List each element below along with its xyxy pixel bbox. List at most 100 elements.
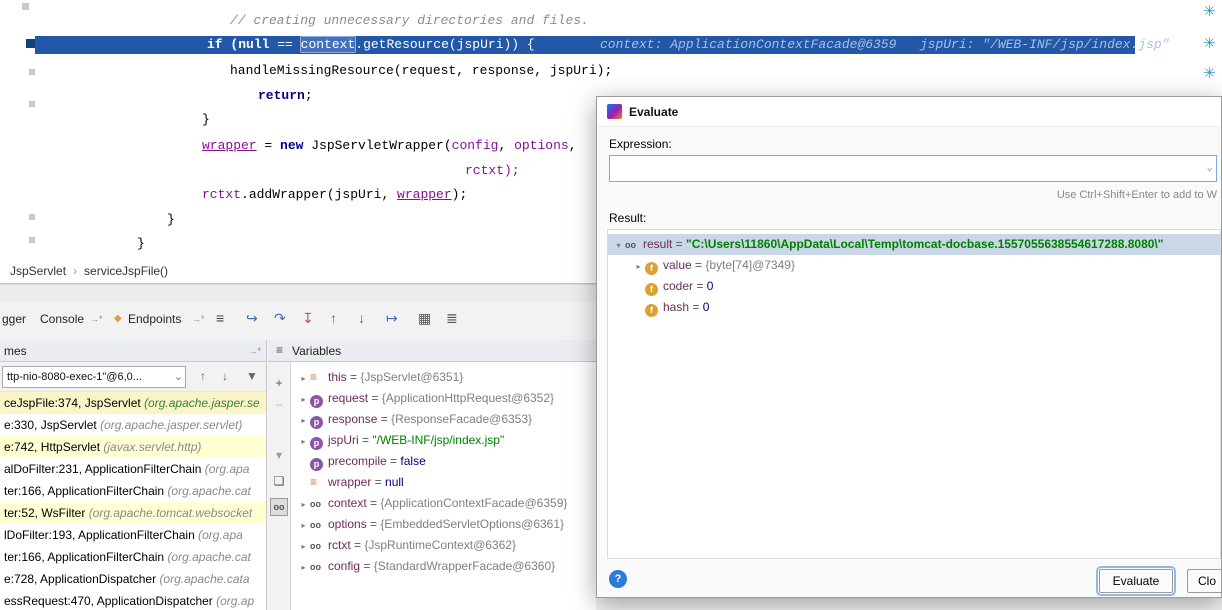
result-child-row[interactable]: fhash = 0 <box>608 297 1220 318</box>
variable-row[interactable]: ▸pjspUri = "/WEB-INF/jsp/index.jsp" <box>291 430 596 451</box>
layout-grid-icon[interactable]: ▦ <box>418 310 431 327</box>
gear-icon[interactable]: ✳ <box>1203 64 1216 82</box>
thread-selector-dropdown[interactable]: ttp-nio-8080-exec-1"@6,0... ⌄ <box>2 366 186 388</box>
breadcrumb-method[interactable]: serviceJspFile() <box>84 264 168 278</box>
result-child-row[interactable]: fcoder = 0 <box>608 276 1220 297</box>
variable-row[interactable]: ▸prequest = {ApplicationHttpRequest@6352… <box>291 388 596 409</box>
evaluate-button[interactable]: Evaluate <box>1099 569 1173 593</box>
tab-debugger[interactable]: gger <box>2 312 26 326</box>
frame-location: ter:52, WsFilter <box>4 506 89 520</box>
expand-arrow-icon[interactable]: ▸ <box>632 256 645 276</box>
frame-location: e:742, HttpServlet <box>4 440 103 454</box>
expand-arrow-icon[interactable]: ▸ <box>297 431 310 451</box>
watch-row[interactable]: ▸oorctxt = {JspRuntimeContext@6362} <box>291 535 596 556</box>
close-button[interactable]: Clo <box>1187 569 1222 593</box>
gear-icon[interactable]: ✳ <box>1203 34 1216 52</box>
pin-icon[interactable]: →* <box>192 314 205 324</box>
code-line-comment: // creating unnecessary directories and … <box>230 12 589 29</box>
chevron-down-icon[interactable]: ⌄ <box>1206 156 1213 181</box>
frame-row[interactable]: ter:166, ApplicationFilterChain (org.apa… <box>0 480 266 502</box>
expand-arrow-icon[interactable]: ▸ <box>297 515 310 535</box>
operator: == <box>269 37 300 52</box>
expand-arrow-icon[interactable]: ▸ <box>297 389 310 409</box>
variable-name: context <box>328 496 367 510</box>
result-value: "C:\Users\11860\AppData\Local\Temp\tomca… <box>686 237 1163 251</box>
variables-header-label: Variables <box>292 344 341 358</box>
show-watches-toggle-icon[interactable]: oo <box>270 498 288 516</box>
result-row[interactable]: ▾ooresult = "C:\Users\11860\AppData\Loca… <box>608 234 1220 255</box>
frame-row[interactable]: ter:166, ApplicationFilterChain (org.apa… <box>0 546 266 568</box>
tab-console[interactable]: Console <box>40 312 84 326</box>
frame-row[interactable]: e:742, HttpServlet (javax.servlet.http) <box>0 436 266 458</box>
code-line-if: if (null == context.getResource(jspUri))… <box>207 36 535 54</box>
frame-row[interactable]: alDoFilter:231, ApplicationFilterChain (… <box>0 458 266 480</box>
help-icon[interactable]: ? <box>609 570 627 588</box>
inline-debugger-hint: context: ApplicationContextFacade@6359 j… <box>600 36 1170 54</box>
collapse-arrow-icon[interactable]: ▾ <box>612 235 625 255</box>
copy-icon[interactable]: ❏ <box>270 472 288 490</box>
menu-icon[interactable]: ≡ <box>216 310 224 326</box>
frame-package: (org.apache.cat <box>167 550 250 564</box>
execution-point-gutter-mark[interactable] <box>26 39 35 48</box>
watch-row[interactable]: ▸oooptions = {EmbeddedServletOptions@636… <box>291 514 596 535</box>
frame-row[interactable]: ceJspFile:374, JspServlet (org.apache.ja… <box>0 392 266 414</box>
menu-icon[interactable]: ≡ <box>276 343 283 357</box>
tab-endpoints[interactable]: Endpoints <box>128 312 181 326</box>
evaluated-context-token[interactable]: context <box>301 37 356 52</box>
expand-arrow-icon[interactable]: ▸ <box>297 410 310 430</box>
constructor-call: JspServletWrapper( <box>303 138 451 153</box>
frame-row[interactable]: e:728, ApplicationDispatcher (org.apache… <box>0 568 266 590</box>
equals: = <box>693 279 707 293</box>
field-name: value <box>663 258 692 272</box>
watch-glasses-icon: oo <box>625 235 641 255</box>
frame-row[interactable]: e:330, JspServlet (org.apache.jasper.ser… <box>0 414 266 436</box>
variable-row[interactable]: pprecompile = false <box>291 451 596 472</box>
watch-glasses-icon: oo <box>310 494 326 514</box>
step-out-icon[interactable]: ↑ <box>330 310 337 326</box>
expand-arrow-icon[interactable]: ▸ <box>297 536 310 556</box>
filter-funnel-icon[interactable]: ▼ <box>246 369 258 383</box>
more-options-icon[interactable]: ≣ <box>446 310 458 327</box>
evaluate-dialog-titlebar[interactable]: Evaluate <box>597 97 1221 127</box>
variable-row[interactable]: ≡wrapper = null <box>291 472 596 493</box>
watch-row[interactable]: ▸oocontext = {ApplicationContextFacade@6… <box>291 493 596 514</box>
step-over-icon[interactable]: ↷ <box>274 310 286 327</box>
pin-icon[interactable]: →* <box>248 346 261 356</box>
frame-down-icon[interactable]: ↓ <box>222 369 228 383</box>
frame-row[interactable]: essRequest:470, ApplicationDispatcher (o… <box>0 590 266 610</box>
variable-row[interactable]: ▸presponse = {ResponseFacade@6353} <box>291 409 596 430</box>
equals: = <box>360 559 374 573</box>
current-execution-line: if (null == context.getResource(jspUri))… <box>35 36 1135 54</box>
show-execution-point-icon[interactable]: ↪ <box>246 310 258 327</box>
expand-arrow-icon[interactable]: ▸ <box>297 557 310 577</box>
gear-icon[interactable]: ✳ <box>1203 2 1216 20</box>
result-child-row[interactable]: ▸fvalue = {byte[74]@7349} <box>608 255 1220 276</box>
run-to-cursor-icon[interactable]: ↦ <box>386 310 398 327</box>
result-tree: ▾ooresult = "C:\Users\11860\AppData\Loca… <box>607 229 1221 559</box>
value-icon: ≡ <box>310 472 323 493</box>
frame-package: (org.apache.tomcat.websocket <box>89 506 252 520</box>
equals: = <box>689 300 703 314</box>
add-watch-icon[interactable]: + <box>270 374 288 392</box>
comma: , <box>569 138 577 153</box>
pin-icon[interactable]: →* <box>90 314 103 324</box>
force-step-into-icon[interactable]: ↧ <box>302 310 314 327</box>
expand-arrow-icon[interactable]: ▸ <box>297 368 310 388</box>
expression-input[interactable]: context.getRealPath("/") ⌄ <box>609 155 1217 182</box>
watch-row[interactable]: ▸ooconfig = {StandardWrapperFacade@6360} <box>291 556 596 577</box>
frame-up-icon[interactable]: ↑ <box>200 369 206 383</box>
frame-row[interactable]: lDoFilter:193, ApplicationFilterChain (o… <box>0 524 266 546</box>
remove-watch-icon[interactable]: − <box>270 396 288 414</box>
field-value: 0 <box>703 300 710 314</box>
expand-arrow-icon[interactable]: ▸ <box>297 494 310 514</box>
breadcrumb-class[interactable]: JspServlet <box>10 264 66 278</box>
evaluate-dialog-icon <box>607 104 622 119</box>
frame-row[interactable]: ter:52, WsFilter (org.apache.tomcat.webs… <box>0 502 266 524</box>
chevron-down-icon[interactable]: ▾ <box>270 446 288 464</box>
variable-name: jspUri <box>328 433 359 447</box>
step-into-icon[interactable]: ↓ <box>358 310 365 326</box>
code-line-brace: } <box>167 211 175 228</box>
field-config: config <box>452 138 499 153</box>
variable-row[interactable]: ▸≡this = {JspServlet@6351} <box>291 367 596 388</box>
variable-value: {StandardWrapperFacade@6360} <box>374 559 555 573</box>
